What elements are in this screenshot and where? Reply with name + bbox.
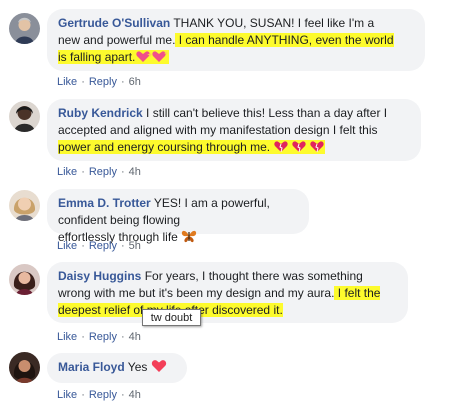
avatar[interactable]	[9, 352, 40, 383]
like-button[interactable]: Like	[57, 166, 77, 178]
heart-icon	[151, 359, 167, 378]
comment-actions: Like · Reply · 4h	[57, 389, 141, 401]
timestamp[interactable]: 5h	[129, 240, 141, 252]
heart-sparkle-icon	[135, 50, 169, 68]
butterfly-icon	[181, 229, 197, 248]
avatar[interactable]	[9, 101, 40, 132]
comment-actions: Like · Reply · 4h	[57, 331, 141, 343]
comment-actions: Like · Reply · 4h	[57, 166, 141, 178]
comment-bubble: Ruby Kendrick I still can't believe this…	[47, 99, 421, 161]
highlighted-text: is falling apart.	[58, 50, 136, 64]
comment-text: I still can't believe this! Less than a …	[142, 106, 388, 120]
comment-author[interactable]: Maria Floyd	[58, 360, 125, 374]
like-button[interactable]: Like	[57, 331, 77, 343]
comment-actions: Like · Reply · 5h	[57, 240, 141, 252]
timestamp[interactable]: 4h	[129, 389, 141, 401]
tooltip: tw doubt	[142, 309, 201, 326]
comment-author[interactable]: Gertrude O'Sullivan	[58, 16, 170, 30]
comment-bubble: Daisy Huggins For years, I thought there…	[47, 262, 408, 323]
highlighted-text: power and energy coursing through me.	[58, 140, 271, 154]
avatar[interactable]	[9, 13, 40, 44]
timestamp[interactable]: 4h	[129, 166, 141, 178]
highlighted-text: I can handle ANYTHING, even the world	[175, 33, 394, 47]
comment-author[interactable]: Emma D. Trotter	[58, 196, 151, 210]
comment-text: new and powerful me.	[58, 33, 176, 47]
like-button[interactable]: Like	[57, 389, 77, 401]
timestamp[interactable]: 4h	[129, 331, 141, 343]
avatar[interactable]	[9, 264, 40, 295]
comment-actions: Like · Reply · 6h	[57, 76, 141, 88]
like-button[interactable]: Like	[57, 240, 77, 252]
comment-author[interactable]: Ruby Kendrick	[58, 106, 143, 120]
comment-bubble: Maria Floyd Yes	[47, 353, 187, 383]
reply-button[interactable]: Reply	[89, 76, 117, 88]
reply-button[interactable]: Reply	[89, 331, 117, 343]
reply-button[interactable]: Reply	[89, 240, 117, 252]
reply-button[interactable]: Reply	[89, 389, 117, 401]
like-button[interactable]: Like	[57, 76, 77, 88]
comment-text: wrong with me but it's been my design an…	[58, 286, 335, 300]
comment-text: For years, I thought there was something	[141, 269, 363, 283]
comment-bubble: Emma D. Trotter YES! I am a powerful, co…	[47, 189, 309, 244]
comment-bubble: Gertrude O'Sullivan THANK YOU, SUSAN! I …	[47, 9, 425, 71]
comment-text: THANK YOU, SUSAN! I feel like I'm a	[170, 16, 375, 30]
highlighted-text: I felt the	[334, 286, 381, 300]
reply-button[interactable]: Reply	[89, 166, 117, 178]
comment-text: Yes	[124, 360, 148, 374]
timestamp[interactable]: 6h	[129, 76, 141, 88]
comment-author[interactable]: Daisy Huggins	[58, 269, 141, 283]
avatar[interactable]	[9, 190, 40, 221]
broken-heart-icon	[273, 140, 325, 158]
comment-text: accepted and aligned with my manifestati…	[58, 123, 378, 137]
